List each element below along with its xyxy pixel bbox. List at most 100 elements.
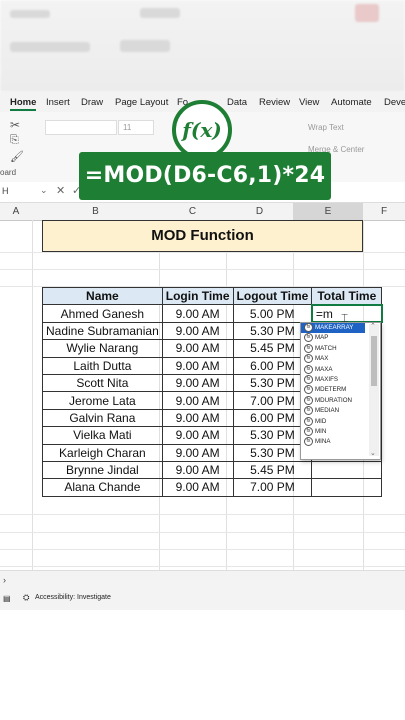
name-box[interactable]: H (2, 186, 9, 196)
header-login-time[interactable]: Login Time (161, 286, 234, 306)
sheet-title[interactable]: MOD Function (42, 220, 363, 252)
autocomplete-label: MINA (315, 438, 331, 446)
tab-page-layout[interactable]: Page Layout (115, 97, 168, 108)
cancel-icon[interactable]: ✕ (56, 184, 65, 197)
cell-login[interactable]: 9.00 AM (161, 443, 234, 462)
copy-icon[interactable]: ⎘ (10, 134, 19, 147)
scroll-up-icon[interactable]: ⌃ (370, 322, 376, 330)
table-row: Brynne Jindal 9.00 AM 5.45 PM (42, 460, 383, 480)
autocomplete-item[interactable]: fx MID (301, 416, 365, 427)
cell-logout[interactable]: 7.00 PM (232, 478, 313, 497)
cell-name[interactable]: Karleigh Charan (42, 443, 163, 462)
cell-login[interactable]: 9.00 AM (161, 304, 234, 323)
wrap-text-button[interactable]: Wrap Text (308, 123, 344, 132)
tab-home[interactable]: Home (10, 97, 37, 111)
column-header-c[interactable]: C (159, 206, 226, 217)
cell-name[interactable]: Laith Dutta (42, 356, 163, 375)
autocomplete-label: MATCH (315, 344, 337, 352)
tab-view[interactable]: View (299, 97, 319, 108)
formula-overlay: =MOD(D6-C6,1)*24 (79, 152, 331, 200)
autocomplete-label: MIN (315, 428, 327, 436)
autocomplete-label: MDURATION (315, 396, 353, 404)
accessibility-icon[interactable]: ⛭ (23, 593, 29, 603)
autocomplete-item[interactable]: fx MIN (301, 426, 365, 437)
header-total-time[interactable]: Total Time (311, 286, 383, 306)
function-icon: fx (304, 437, 313, 447)
function-icon: fx (304, 364, 313, 374)
header-logout-time[interactable]: Logout Time (232, 286, 313, 306)
autocomplete-item[interactable]: fx MAP (301, 333, 365, 343)
autocomplete-label: MEDIAN (315, 407, 340, 415)
cell-login[interactable]: 9.00 AM (161, 373, 234, 393)
autocomplete-label: MAXIFS (315, 376, 339, 384)
scroll-thumb[interactable] (371, 336, 377, 386)
autocomplete-item[interactable]: fx MDURATION (301, 395, 365, 406)
cell-name[interactable]: Brynne Jindal (42, 460, 163, 480)
tab-automate[interactable]: Automate (331, 97, 372, 108)
autocomplete-scrollbar[interactable]: ⌃ ⌄ (369, 322, 379, 457)
tab-data[interactable]: Data (227, 97, 247, 108)
cell-name[interactable]: Vielka Mati (42, 426, 163, 445)
cell-name[interactable]: Jerome Lata (42, 391, 163, 410)
clipboard-label: oard (0, 168, 17, 177)
cell-name[interactable]: Ahmed Ganesh (42, 304, 163, 323)
tab-insert[interactable]: Insert (46, 97, 70, 108)
column-header-b[interactable]: B (32, 206, 159, 217)
status-bar: › ▤ ⛭ Accessibility: Investigate (0, 570, 405, 611)
format-painter-icon[interactable]: 🖌 (10, 150, 24, 163)
cell-logout[interactable]: 5.00 PM (232, 304, 313, 323)
cell-name[interactable]: Scott Nita (42, 373, 163, 393)
autocomplete-item[interactable]: fx MEDIAN (301, 406, 365, 416)
cell-total[interactable] (311, 478, 383, 497)
column-headers: A B C D E F (0, 203, 405, 222)
function-icon: fx (304, 333, 313, 343)
table-header-row: Name Login Time Logout Time Total Time (42, 286, 383, 306)
font-size-box[interactable]: 11 (118, 120, 154, 135)
function-icon: fx (304, 323, 313, 332)
function-autocomplete[interactable]: fx MAKEARRAY fx MAP fx MATCH fx MAX fx MAXA f… (300, 322, 381, 460)
scroll-down-icon[interactable]: ⌄ (370, 449, 376, 457)
cell-total[interactable] (311, 460, 383, 480)
tab-review[interactable]: Review (259, 97, 290, 108)
header-name[interactable]: Name (42, 286, 163, 306)
accessibility-status[interactable]: Accessibility: Investigate (35, 594, 111, 601)
font-size-value: 11 (123, 123, 132, 132)
autocomplete-item[interactable]: fx MAX (301, 354, 365, 364)
cell-login[interactable]: 9.00 AM (161, 478, 234, 497)
function-icon-badge: f(x) (172, 100, 232, 160)
tab-draw[interactable]: Draw (81, 97, 103, 108)
autocomplete-item[interactable]: fx MINA (301, 437, 365, 447)
cell-login[interactable]: 9.00 AM (161, 339, 234, 358)
cell-login[interactable]: 9.00 AM (161, 426, 234, 445)
cell-login[interactable]: 9.00 AM (161, 391, 234, 410)
tab-developer[interactable]: Devel (384, 97, 405, 108)
font-name-box[interactable] (45, 120, 117, 135)
cell-name[interactable]: Nadine Subramanian (42, 321, 163, 341)
cell-login[interactable]: 9.00 AM (161, 356, 234, 375)
function-icon: fx (304, 374, 313, 384)
autocomplete-item[interactable]: fx MDETERM (301, 385, 365, 395)
autocomplete-item[interactable]: fx MATCH (301, 343, 365, 354)
autocomplete-item[interactable]: fx MAXIFS (301, 374, 365, 385)
sheet-nav-icon[interactable]: › (3, 575, 6, 585)
cell-name[interactable]: Alana Chande (42, 478, 163, 497)
cut-icon[interactable]: ✂ (10, 118, 20, 132)
cell-logout[interactable]: 5.45 PM (232, 460, 313, 480)
function-icon: fx (304, 406, 313, 416)
autocomplete-item[interactable]: fx MAXA (301, 364, 365, 375)
column-header-f[interactable]: F (363, 206, 405, 217)
cell-login[interactable]: 9.00 AM (161, 460, 234, 480)
column-header-a[interactable]: A (0, 206, 32, 217)
autocomplete-label: MID (315, 417, 327, 425)
column-header-d[interactable]: D (226, 206, 293, 217)
cell-login[interactable]: 9.00 AM (161, 408, 234, 428)
autocomplete-item[interactable]: fx MAKEARRAY (301, 323, 365, 334)
function-icon: fx (304, 416, 313, 426)
cell-login[interactable]: 9.00 AM (161, 321, 234, 341)
autocomplete-label: MDETERM (315, 386, 347, 394)
function-icon: fx (304, 343, 313, 353)
cell-name[interactable]: Wylie Narang (42, 339, 163, 358)
name-box-dropdown-icon[interactable]: ⌄ (40, 185, 48, 196)
function-icon: fx (304, 354, 313, 364)
cell-name[interactable]: Galvin Rana (42, 408, 163, 428)
